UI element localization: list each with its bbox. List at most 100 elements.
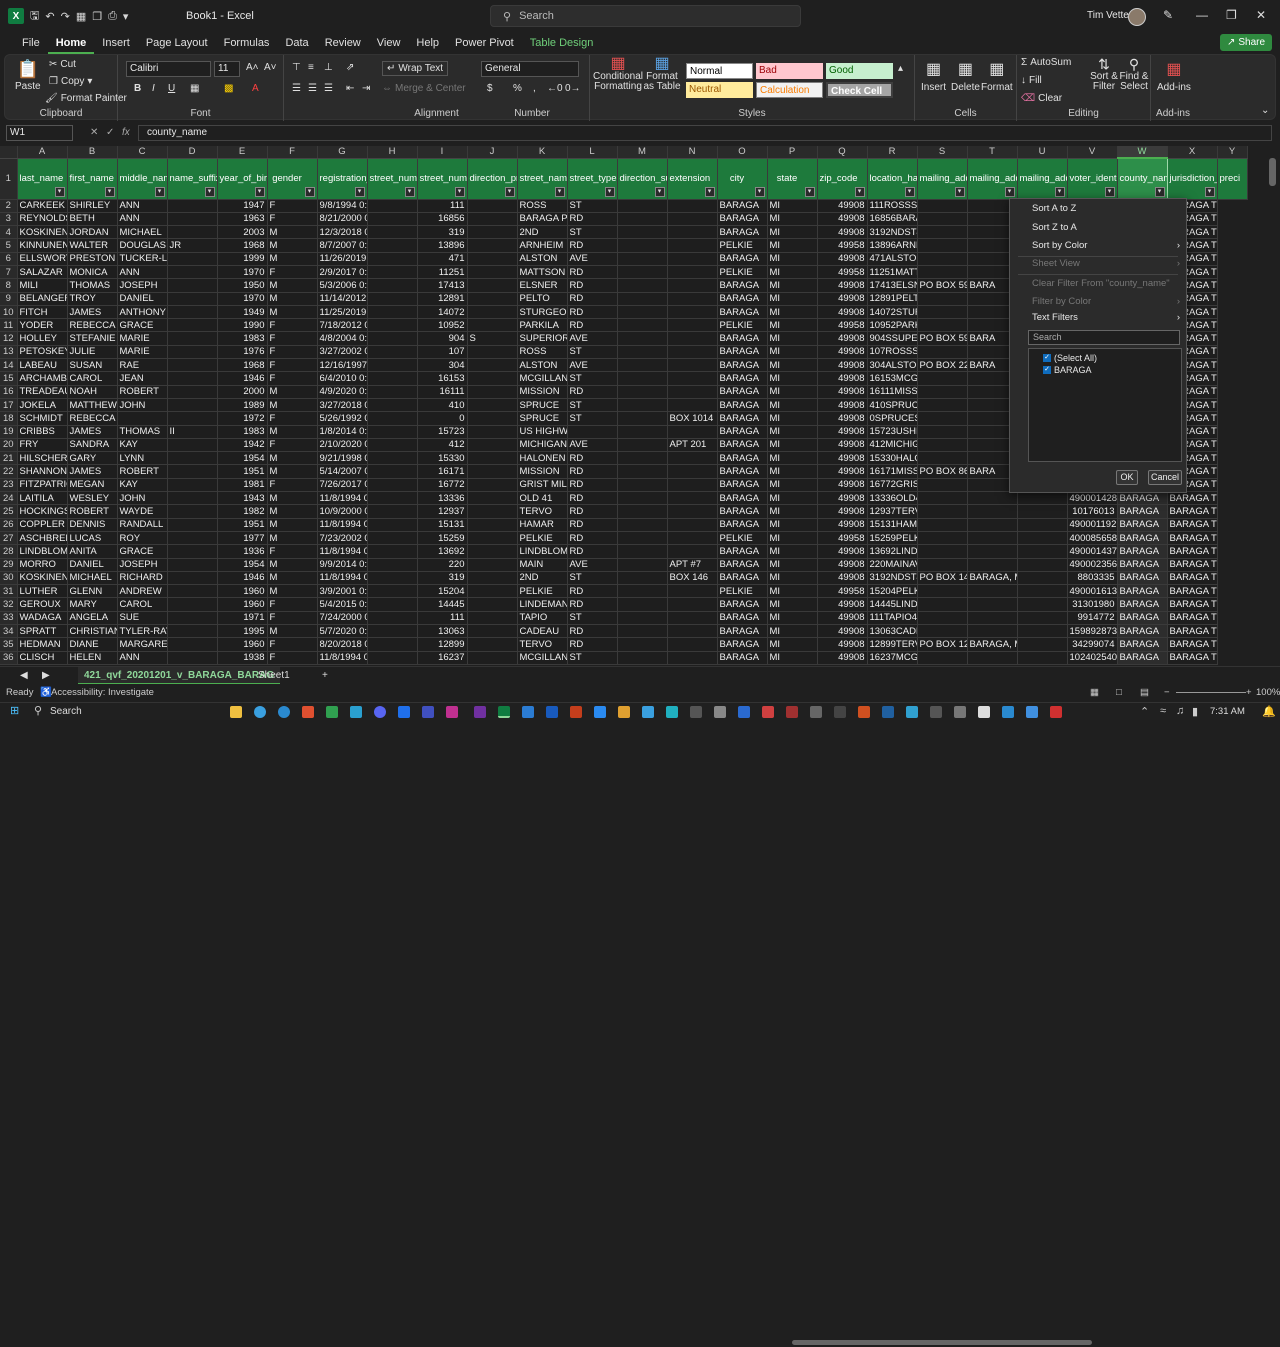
cell[interactable]	[917, 544, 968, 559]
cell[interactable]: SALAZAR	[17, 265, 68, 280]
cell[interactable]: 49908	[817, 544, 868, 559]
cell[interactable]: BARAGA TO	[1167, 651, 1218, 665]
cell[interactable]: BARAGA	[1117, 571, 1168, 586]
row-number[interactable]: 12	[0, 331, 18, 346]
cell[interactable]: SANDRA	[67, 438, 118, 453]
cell[interactable]	[167, 544, 218, 559]
cell[interactable]	[167, 438, 218, 453]
cell[interactable]	[467, 531, 518, 546]
cell[interactable]	[167, 212, 218, 227]
cell[interactable]: BARAGA, M	[967, 637, 1018, 652]
column-header[interactable]: K	[517, 146, 568, 159]
wifi-icon[interactable]: ≈	[1160, 705, 1166, 717]
cell[interactable]: 1946	[217, 371, 268, 386]
cell[interactable]	[167, 464, 218, 479]
cell[interactable]: 1981	[217, 478, 268, 493]
cell[interactable]: BARAGA	[717, 518, 768, 532]
cell[interactable]	[167, 292, 218, 306]
cell[interactable]: 49908	[817, 331, 868, 346]
page-layout-icon[interactable]: □	[1116, 684, 1122, 702]
cell[interactable]	[167, 398, 218, 413]
cell[interactable]	[367, 637, 418, 652]
cell[interactable]	[1017, 491, 1068, 506]
header-cell[interactable]: voter_identification_number ▾	[1067, 158, 1118, 200]
app-icon[interactable]	[714, 706, 726, 718]
cell[interactable]	[967, 651, 1018, 665]
cell[interactable]	[167, 478, 218, 493]
cell[interactable]: ANN	[117, 212, 168, 227]
cell[interactable]: 1977	[217, 531, 268, 546]
cell[interactable]: KAY	[117, 478, 168, 493]
cell[interactable]: GRACE	[117, 318, 168, 333]
cell[interactable]	[367, 611, 418, 626]
filter-dropdown-icon[interactable]: ▾	[904, 186, 915, 197]
cell[interactable]: 11/8/1994 0:00	[317, 571, 368, 586]
cell[interactable]	[367, 278, 418, 293]
decrease-decimal-icon[interactable]: 0→	[565, 83, 581, 94]
cell[interactable]	[917, 265, 968, 280]
sheet-tab-active[interactable]: 421_qvf_20201201_v_BARAGA_BARAG	[78, 667, 281, 685]
cell[interactable]: BARAGA TO	[1167, 624, 1218, 639]
cell[interactable]: MI	[767, 544, 818, 559]
cell[interactable]: 49958	[817, 265, 868, 280]
cell[interactable]: 412MICHIG	[867, 438, 918, 453]
format-cells-button[interactable]: ▦ Format	[981, 59, 1013, 93]
cell[interactable]: ANTHONY	[117, 305, 168, 320]
cell[interactable]: 3192NDST4	[867, 225, 918, 240]
cell[interactable]: ELLSWORTH	[17, 252, 68, 266]
cell[interactable]: RICHARD	[117, 571, 168, 586]
cell[interactable]: BARAGA	[717, 504, 768, 519]
formula-input[interactable]: county_name	[138, 125, 1272, 141]
cell[interactable]: PO BOX 126	[917, 637, 968, 652]
notification-icon[interactable]: 🔔	[1262, 705, 1276, 718]
cell[interactable]: SHIRLEY	[67, 199, 118, 213]
cell[interactable]	[1017, 518, 1068, 532]
column-header[interactable]: I	[417, 146, 468, 159]
format-as-table-button[interactable]: ▦ Format as Table	[642, 56, 682, 92]
cell[interactable]: MI	[767, 637, 818, 652]
app-icon[interactable]	[666, 706, 678, 718]
cell[interactable]: F	[267, 345, 318, 360]
cell[interactable]: OLD 41	[517, 491, 568, 506]
cell[interactable]	[617, 385, 668, 399]
cell[interactable]: 12891PELT	[867, 292, 918, 306]
cell[interactable]	[1017, 597, 1068, 612]
cell[interactable]: JAMES	[67, 425, 118, 439]
cell[interactable]: 49908	[817, 558, 868, 572]
cell[interactable]: 1972	[217, 411, 268, 426]
cell[interactable]: 17413	[417, 278, 468, 293]
cell[interactable]	[367, 491, 418, 506]
cell[interactable]: MI	[767, 478, 818, 493]
orientation-icon[interactable]: ⇗	[346, 62, 354, 73]
cell[interactable]: PELKIE	[517, 584, 568, 599]
cell[interactable]	[367, 438, 418, 453]
cell[interactable]: MICHIGAN	[517, 438, 568, 453]
cell[interactable]	[1017, 544, 1068, 559]
align-left-icon[interactable]: ☰	[292, 83, 301, 94]
cell[interactable]	[967, 624, 1018, 639]
cell[interactable]	[167, 651, 218, 665]
collapse-ribbon-icon[interactable]: ⌄	[1261, 105, 1269, 116]
cell[interactable]: ANITA	[67, 544, 118, 559]
row-number[interactable]: 11	[0, 318, 18, 333]
cell[interactable]: 1938	[217, 651, 268, 665]
cell[interactable]: 8803335	[1067, 571, 1118, 586]
cell[interactable]	[917, 385, 968, 399]
cell[interactable]	[467, 225, 518, 240]
cell[interactable]: PELKIE	[717, 265, 768, 280]
align-bottom-icon[interactable]: ⊥	[324, 62, 333, 73]
cell[interactable]	[167, 451, 218, 466]
filter-dropdown-icon[interactable]: ▾	[1154, 186, 1165, 197]
cell[interactable]	[967, 491, 1018, 506]
cell[interactable]	[617, 518, 668, 532]
cell[interactable]: MARIE	[117, 345, 168, 360]
cell[interactable]: 49908	[817, 199, 868, 213]
cell[interactable]: 34299074	[1067, 637, 1118, 652]
row-number[interactable]: 13	[0, 345, 18, 360]
cell[interactable]	[167, 504, 218, 519]
header-cell[interactable]: street_name ▾	[517, 158, 568, 200]
cell[interactable]: ST	[567, 371, 618, 386]
cell[interactable]: F	[267, 331, 318, 346]
filter-dropdown-icon[interactable]: ▾	[54, 186, 65, 197]
row-number[interactable]: 24	[0, 491, 18, 506]
